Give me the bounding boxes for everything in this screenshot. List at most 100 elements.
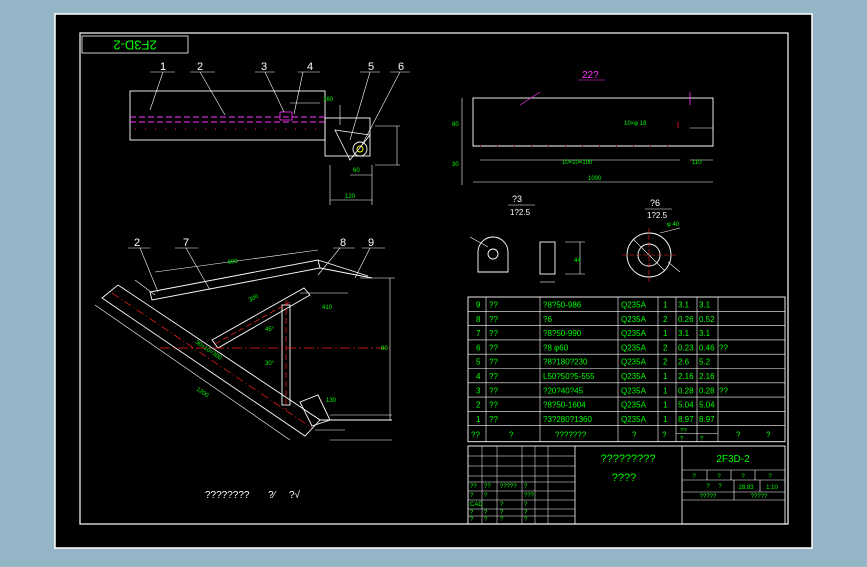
finish-symbol-b: ?√ xyxy=(289,489,301,501)
dim-bottom-small: 130 xyxy=(326,398,337,404)
bom-material: Q235A xyxy=(621,401,647,410)
bom-spec: ?8 φ60 xyxy=(543,343,569,352)
bom-weight-unit: 0.23 xyxy=(678,343,694,352)
bom-spec: L50?50?5-555 xyxy=(543,372,595,381)
bom-weight-unit: 0.26 xyxy=(678,315,694,324)
dim-top-left-c: 60 xyxy=(353,168,360,174)
dim-detail: 44 xyxy=(574,258,581,264)
callout-top-5: 5 xyxy=(368,61,374,73)
bom-no: 2 xyxy=(476,401,481,410)
bom-spec: ?8?50-986 xyxy=(543,301,582,310)
dim-detail-phi: φ 40 xyxy=(667,222,680,228)
bom-weight-total: 0.28 xyxy=(699,386,715,395)
corner-code: 2F3D-2 xyxy=(113,38,156,53)
bom-header-no: ?? xyxy=(471,431,480,440)
bom-header-material: ? xyxy=(632,431,637,440)
bom-material: Q235A xyxy=(621,301,647,310)
sign-cell: CAD xyxy=(470,502,483,508)
bom-spec: ?8?50-990 xyxy=(543,329,582,338)
bom-material: Q235A xyxy=(621,386,647,395)
bom-name: ?? xyxy=(489,386,498,395)
callout-top-6: 6 xyxy=(398,61,404,73)
title-sheet-a: ????? xyxy=(700,494,717,500)
bom-no: 9 xyxy=(476,301,481,310)
bom-name: ?? xyxy=(489,415,498,424)
bom-header-note-b: ? xyxy=(766,431,771,440)
cad-viewport[interactable]: 2F3D-2 160 120 60 1 2 3 4 5 6 22? 1000 8… xyxy=(0,0,867,562)
sign-cell: ?? xyxy=(470,484,477,490)
bom-material: Q235A xyxy=(621,358,647,367)
bom-material: Q235A xyxy=(621,343,647,352)
bom-weight-unit: 5.04 xyxy=(678,401,694,410)
detail-left-scale: 1?2.5 xyxy=(510,208,531,217)
callout-top-4: 4 xyxy=(307,61,313,73)
bom-no: 3 xyxy=(476,386,481,395)
dim-bottom-right: 80 xyxy=(381,346,388,352)
bom-material: Q235A xyxy=(621,415,647,424)
bom-header-name: ? xyxy=(509,431,514,440)
bom-spec: ?6 xyxy=(543,315,552,324)
bom-qty: 1 xyxy=(663,386,668,395)
dim-top-right-pitch: 10×10=100 xyxy=(562,160,593,166)
bom-name: ?? xyxy=(489,358,498,367)
dim-top-left-a: 160 xyxy=(323,97,334,103)
detail-right-title: ?6 xyxy=(650,198,660,208)
dim-bottom-ang1: 45° xyxy=(265,327,275,333)
dim-top-right-height: 80 xyxy=(452,122,459,128)
bom-qty: 1 xyxy=(663,415,668,424)
bom-weight-total: 0.52 xyxy=(699,315,715,324)
cad-drawing-sheet: 2F3D-2 160 120 60 1 2 3 4 5 6 22? 1000 8… xyxy=(54,13,813,549)
bom-weight-unit: 8.97 xyxy=(678,415,694,424)
title-sheet-b: ????? xyxy=(751,494,768,500)
bom-spec: ?8?50-1604 xyxy=(543,401,586,410)
bom-weight-total: 0.46 xyxy=(699,343,715,352)
detail-right-scale: 1?2.5 xyxy=(647,211,668,220)
callout-top-2: 2 xyxy=(197,61,203,73)
title-scale: 1:10 xyxy=(766,485,778,491)
bom-no: 5 xyxy=(476,358,481,367)
bom-qty: 1 xyxy=(663,329,668,338)
bom-weight-total: 3.1 xyxy=(699,301,711,310)
bom-name: ?? xyxy=(489,343,498,352)
bom-weight-total: 5.2 xyxy=(699,358,711,367)
callout-top-1: 1 xyxy=(160,61,166,73)
sign-cell: ??? xyxy=(524,493,535,499)
sign-cell: ????? xyxy=(500,484,517,490)
bom-weight-unit: 2.6 xyxy=(678,358,690,367)
dim-bottom-ang2: 30° xyxy=(265,361,275,367)
bom-qty: 1 xyxy=(663,372,668,381)
bom-weight-unit: 2.16 xyxy=(678,372,694,381)
bom-qty: 2 xyxy=(663,358,668,367)
bom-material: Q235A xyxy=(621,329,647,338)
bom-material: Q235A xyxy=(621,315,647,324)
bom-weight-unit: 3.1 xyxy=(678,329,690,338)
bom-no: 7 xyxy=(476,329,481,338)
bom-name: ?? xyxy=(489,329,498,338)
title-main: ????????? xyxy=(600,453,655,465)
bom-no: 8 xyxy=(476,315,481,324)
bom-qty: 1 xyxy=(663,301,668,310)
paper-background xyxy=(54,13,813,549)
bom-no: 4 xyxy=(476,372,481,381)
title-weight: 28.83 xyxy=(738,485,754,491)
bom-name: ?? xyxy=(489,372,498,381)
bom-weight-total: 5.04 xyxy=(699,401,715,410)
bom-spec: ?3?280?1360 xyxy=(543,415,592,424)
bom-qty: 2 xyxy=(663,343,668,352)
bom-header-spec: ??????? xyxy=(555,431,587,440)
bom-no: 6 xyxy=(476,343,481,352)
dim-top-right-length: 1000 xyxy=(588,176,602,182)
dim-top-right-offset: 30 xyxy=(452,162,459,168)
title-code: 2F3D-2 xyxy=(716,454,750,465)
finish-note-text: ???????? xyxy=(205,490,250,501)
bom-note: ?? xyxy=(719,386,728,395)
dim-top-right-end: 110 xyxy=(692,160,702,166)
callout-bottom-7: 7 xyxy=(183,237,189,249)
bom-weight-total: 8.97 xyxy=(699,415,715,424)
bom-qty: 1 xyxy=(663,401,668,410)
bom-material: Q235A xyxy=(621,372,647,381)
bom-no: 1 xyxy=(476,415,481,424)
bom-name: ?? xyxy=(489,315,498,324)
callout-bottom-2: 2 xyxy=(134,237,140,249)
bom-weight-unit: 0.28 xyxy=(678,386,694,395)
